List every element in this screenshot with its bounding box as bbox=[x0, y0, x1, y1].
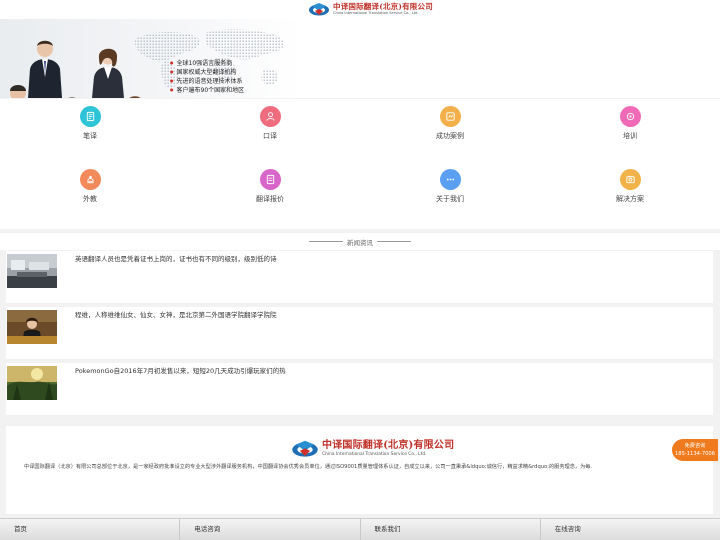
nav-online-consult[interactable]: 在线咨询 bbox=[541, 519, 720, 540]
logo-icon bbox=[308, 2, 330, 17]
nav-contact-us[interactable]: 联系我们 bbox=[361, 519, 541, 540]
service-success-cases[interactable]: 成功案例 bbox=[360, 99, 540, 159]
service-label: 培训 bbox=[623, 132, 637, 140]
company-info: 中译国际翻译(北京)有限公司 China International Trans… bbox=[6, 426, 713, 514]
more-icon bbox=[439, 169, 461, 190]
logo-title: 中译国际翻译(北京)有限公司 bbox=[333, 2, 433, 12]
service-foreign-teacher[interactable]: 外教 bbox=[0, 162, 180, 222]
business-people-image bbox=[10, 40, 141, 98]
bottom-nav: 首页 电话咨询 联系我们 在线咨询 bbox=[0, 518, 720, 540]
service-solutions[interactable]: 解决方案 bbox=[540, 162, 720, 222]
service-grid: 笔译 口译 成功案例 培训 外教 翻译报价 关于我们 解决方案 bbox=[0, 99, 720, 229]
banner-feature-list: 全球10强语言服务商 国家权威大型翻译机构 先进的语音处理技术体系 客户遍布90… bbox=[170, 59, 245, 95]
document-icon bbox=[79, 106, 101, 127]
news-title: PokemonGo自2016年7月初发售以来，短短20几天成功引爆玩家们的热 bbox=[75, 367, 286, 375]
company-description: 中译国际翻译（北京）有限公司总部位于北京，是一家经政府批准设立的专业大型涉外翻译… bbox=[24, 464, 593, 470]
divider bbox=[309, 241, 343, 242]
banner-point: 客户遍布90个国家和地区 bbox=[170, 86, 245, 95]
service-label: 口译 bbox=[263, 132, 277, 140]
service-label: 关于我们 bbox=[436, 195, 464, 203]
training-icon bbox=[619, 106, 641, 127]
logo-icon bbox=[291, 439, 319, 459]
banner-image: 全球10强语言服务商 国家权威大型翻译机构 先进的语音处理技术体系 客户遍布90… bbox=[0, 19, 300, 98]
news-section-title: 新闻资讯 bbox=[347, 238, 373, 247]
news-thumbnail bbox=[7, 366, 57, 400]
banner-point: 先进的语音处理技术体系 bbox=[170, 77, 244, 86]
banner[interactable]: 全球10强语言服务商 国家权威大型翻译机构 先进的语音处理技术体系 客户遍布90… bbox=[0, 19, 720, 98]
nav-home[interactable]: 首页 bbox=[0, 519, 181, 540]
service-translation-quote[interactable]: 翻译报价 bbox=[180, 162, 360, 222]
news-item[interactable]: 英语翻译人员也是凭着证书上岗的，证书也有不同的级别，级别低的诗 bbox=[6, 251, 713, 303]
service-label: 成功案例 bbox=[436, 132, 464, 140]
service-written-translation[interactable]: 笔译 bbox=[0, 99, 180, 159]
service-label: 笔译 bbox=[83, 132, 97, 140]
service-label: 解决方案 bbox=[616, 195, 644, 203]
service-label: 翻译报价 bbox=[256, 195, 284, 203]
teacher-icon bbox=[79, 169, 101, 190]
news-thumbnail bbox=[7, 310, 57, 344]
news-title: 英语翻译人员也是凭着证书上岗的，证书也有不同的级别，级别低的诗 bbox=[75, 255, 277, 263]
price-icon bbox=[259, 169, 281, 190]
news-thumbnail bbox=[7, 254, 57, 288]
service-interpretation[interactable]: 口译 bbox=[180, 99, 360, 159]
logo-subtitle: China International Translation Service … bbox=[322, 451, 427, 457]
service-label: 外教 bbox=[83, 195, 97, 203]
banner-point: 全球10强语言服务商 bbox=[170, 59, 244, 68]
news-title: 程维，人称维维仙女、仙女、女神，是北京第二外国语学院翻译学院院 bbox=[75, 311, 277, 319]
divider bbox=[377, 241, 411, 242]
logo-title: 中译国际翻译(北京)有限公司 bbox=[322, 439, 455, 451]
news-item[interactable]: PokemonGo自2016年7月初发售以来，短短20几天成功引爆玩家们的热 bbox=[6, 363, 713, 415]
service-about-us[interactable]: 关于我们 bbox=[360, 162, 540, 222]
solution-icon bbox=[619, 169, 641, 190]
case-icon bbox=[439, 106, 461, 127]
free-consult-badge[interactable]: 免费咨询 185-1134-7006 bbox=[672, 439, 718, 461]
logo[interactable]: 中译国际翻译(北京)有限公司 China International Trans… bbox=[308, 1, 433, 18]
news-section-header: 新闻资讯 bbox=[0, 233, 720, 250]
service-training[interactable]: 培训 bbox=[540, 99, 720, 159]
nav-phone-consult[interactable]: 电话咨询 bbox=[180, 519, 361, 540]
header: 中译国际翻译(北京)有限公司 China International Trans… bbox=[0, 0, 720, 19]
badge-phone: 185-1134-7006 bbox=[674, 451, 716, 457]
logo-subtitle: China International Translation Service … bbox=[333, 10, 419, 15]
badge-label: 免费咨询 bbox=[684, 443, 706, 449]
banner-point: 国家权威大型翻译机构 bbox=[170, 68, 244, 77]
person-icon bbox=[259, 106, 281, 127]
news-item[interactable]: 程维，人称维维仙女、仙女、女神，是北京第二外国语学院翻译学院院 bbox=[6, 307, 713, 359]
footer-logo: 中译国际翻译(北京)有限公司 China International Trans… bbox=[291, 436, 454, 462]
